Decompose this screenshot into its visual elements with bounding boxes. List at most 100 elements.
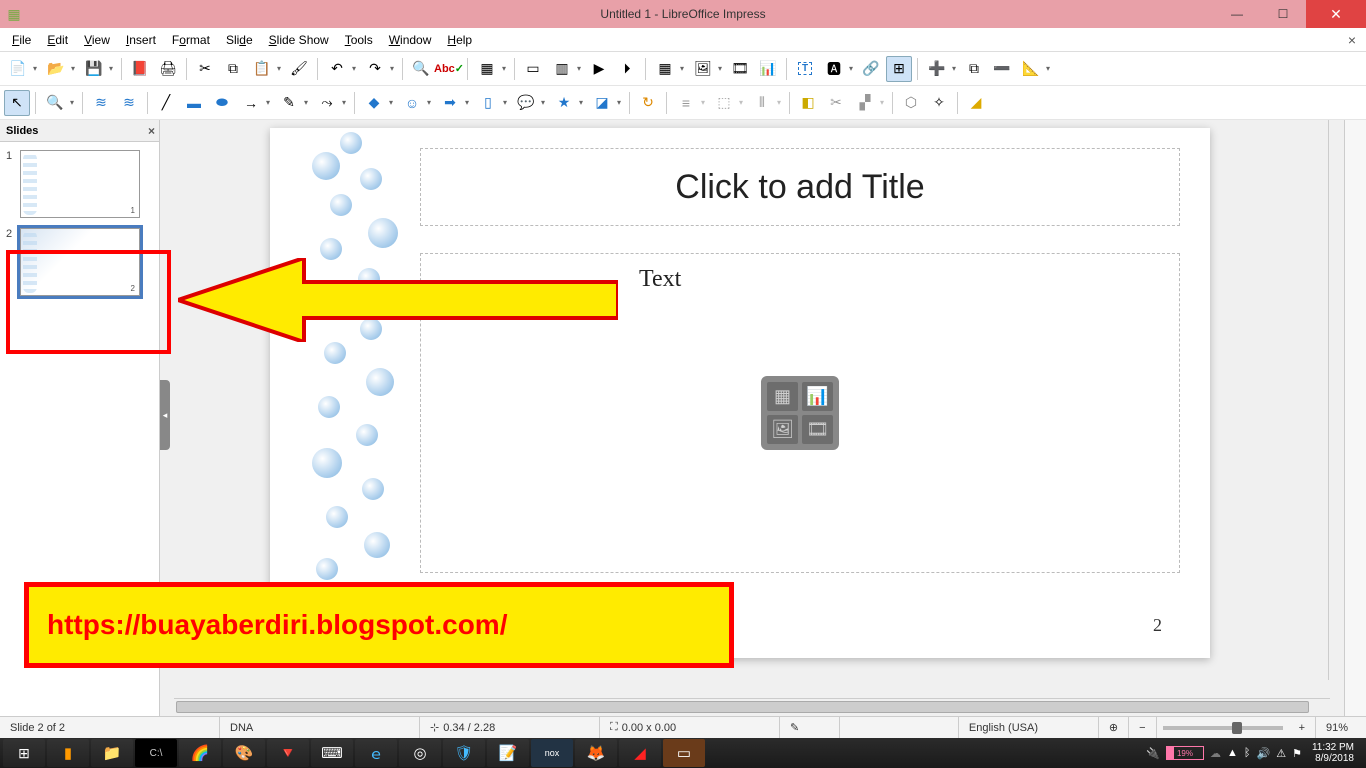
grid-button[interactable]: ▦ — [473, 56, 509, 82]
insert-movie-icon[interactable]: 🎞 — [802, 415, 833, 444]
hyperlink-button[interactable]: 🔗 — [858, 56, 884, 82]
zoom-value[interactable]: 91% — [1316, 717, 1366, 738]
ellipse-tool[interactable]: ⬬ — [209, 90, 235, 116]
taskbar-ie-icon[interactable]: ｅ — [355, 739, 397, 767]
menu-window[interactable]: Window — [381, 31, 440, 49]
zoom-out-button[interactable]: − — [1129, 717, 1156, 738]
taskbar-notepad-icon[interactable]: 📝 — [487, 739, 529, 767]
menu-view[interactable]: View — [76, 31, 118, 49]
menu-help[interactable]: Help — [439, 31, 480, 49]
flowchart-tool[interactable]: ▯ — [474, 90, 510, 116]
image-button[interactable]: 🖼 — [689, 56, 725, 82]
taskbar-garena-icon[interactable]: ◢ — [619, 739, 661, 767]
gluepoints-tool[interactable]: ✧ — [926, 90, 952, 116]
menu-file[interactable]: File — [4, 31, 39, 49]
arrow-tool[interactable]: → — [237, 90, 273, 116]
clone-format-button[interactable]: 🖌 — [286, 56, 312, 82]
select-tool[interactable]: ↖ — [4, 90, 30, 116]
taskbar-vlc-icon[interactable]: 🔻 — [267, 739, 309, 767]
find-button[interactable]: 🔍 — [408, 56, 434, 82]
tray-clock[interactable]: 11:32 PM 8/9/2018 — [1308, 742, 1358, 764]
taskbar-paint-icon[interactable]: 🎨 — [223, 739, 265, 767]
taskbar-defender-icon[interactable]: 🛡 — [443, 739, 485, 767]
insert-table-icon[interactable]: ▦ — [767, 382, 798, 411]
crop-tool[interactable]: ✂ — [823, 90, 849, 116]
status-language[interactable]: English (USA) — [959, 717, 1099, 738]
interaction-icon[interactable]: ≋ — [116, 90, 142, 116]
menu-insert[interactable]: Insert — [118, 31, 164, 49]
insert-image-icon[interactable]: 🖼 — [767, 415, 798, 444]
slide-thumb-2[interactable]: 2 2 — [6, 228, 153, 296]
basic-shapes-tool[interactable]: ◆ — [360, 90, 396, 116]
slide-panel-close-icon[interactable]: × — [148, 124, 155, 138]
delete-slide-button[interactable]: ➖ — [989, 56, 1015, 82]
table-button[interactable]: ▦ — [651, 56, 687, 82]
symbol-shapes-tool[interactable]: ☺ — [398, 90, 434, 116]
tray-up-icon[interactable]: ▲ — [1227, 747, 1238, 759]
fontwork-button[interactable]: 🅰 — [820, 56, 856, 82]
open-button[interactable]: 📂 — [42, 56, 78, 82]
slide-properties-button[interactable]: 📐 — [1017, 56, 1053, 82]
taskbar-explorer-icon[interactable]: 📁 — [91, 739, 133, 767]
vertical-scrollbar[interactable] — [1328, 120, 1344, 680]
cut-button[interactable]: ✂ — [192, 56, 218, 82]
tray-vol-icon[interactable]: 🔊 — [1256, 747, 1270, 760]
taskbar-keyboard-icon[interactable]: ⌨ — [311, 739, 353, 767]
media-button[interactable]: 🎞 — [727, 56, 753, 82]
horizontal-scrollbar[interactable] — [174, 698, 1330, 716]
tray-plug-icon[interactable]: 🔌 — [1146, 747, 1160, 760]
zoom-fit-button[interactable]: ⊕ — [1099, 717, 1129, 738]
connector-tool[interactable]: ⤳ — [313, 90, 349, 116]
zoom-slider[interactable] — [1163, 726, 1283, 730]
new-slide-button[interactable]: ➕ — [923, 56, 959, 82]
zoom-tool[interactable]: 🔍 — [41, 90, 77, 116]
start-button[interactable]: ⊞ — [3, 739, 45, 767]
tray-net-icon[interactable]: ⚠ — [1276, 747, 1286, 760]
document-close-icon[interactable]: × — [1342, 32, 1362, 48]
duplicate-slide-button[interactable]: ⧉ — [961, 56, 987, 82]
tray-battery[interactable]: 19% — [1166, 746, 1204, 760]
insert-chart-icon[interactable]: 📊 — [802, 382, 833, 411]
rotate-tool[interactable]: ↻ — [635, 90, 661, 116]
panel-collapse-left[interactable]: ◂ — [160, 380, 170, 450]
menu-edit[interactable]: Edit — [39, 31, 76, 49]
taskbar-impress-icon[interactable]: ▭ — [663, 739, 705, 767]
content-placeholder[interactable]: Text ▦ 📊 🖼 🎞 — [420, 253, 1180, 573]
menu-slideshow[interactable]: Slide Show — [261, 31, 337, 49]
rectangle-tool[interactable]: ▬ — [181, 90, 207, 116]
block-arrows-tool[interactable]: ➡ — [436, 90, 472, 116]
taskbar-chrome-icon[interactable]: 🌈 — [179, 739, 221, 767]
taskbar-firefox-icon[interactable]: 🦊 — [575, 739, 617, 767]
display-mode-button[interactable]: ▭ — [520, 56, 546, 82]
3d-tool[interactable]: ◪ — [588, 90, 624, 116]
points-tool[interactable]: ⬡ — [898, 90, 924, 116]
tray-rain-icon[interactable]: ☁ — [1210, 747, 1221, 760]
status-master[interactable]: DNA — [220, 717, 420, 738]
filter-tool[interactable]: ▞ — [851, 90, 887, 116]
sidebar-right[interactable] — [1344, 120, 1366, 716]
tray-flag-icon[interactable]: ⚑ — [1292, 747, 1302, 760]
taskbar-cmd-icon[interactable]: C:\ — [135, 739, 177, 767]
stars-tool[interactable]: ★ — [550, 90, 586, 116]
slide-thumb-1[interactable]: 1 1 — [6, 150, 153, 218]
master-slide-button[interactable]: ▥ — [548, 56, 584, 82]
distribute-tool[interactable]: ⫴ — [748, 90, 784, 116]
extrusion-tool[interactable]: ◢ — [963, 90, 989, 116]
shadow-tool[interactable]: ◧ — [795, 90, 821, 116]
callout-tool[interactable]: 💬 — [512, 90, 548, 116]
taskbar-app1-icon[interactable]: ◎ — [399, 739, 441, 767]
save-button[interactable]: 💾 — [80, 56, 116, 82]
paste-button[interactable]: 📋 — [248, 56, 284, 82]
arrange-tool[interactable]: ⬚ — [710, 90, 746, 116]
tray-bt-icon[interactable]: ᛒ — [1244, 747, 1251, 759]
menu-slide[interactable]: Slide — [218, 31, 261, 49]
spellcheck-button[interactable]: Abc✓ — [436, 56, 462, 82]
animate-icon[interactable]: ≋ — [88, 90, 114, 116]
line-tool[interactable]: ╱ — [153, 90, 179, 116]
slide-canvas[interactable]: Click to add Title Text ▦ 📊 🖼 🎞 2 — [270, 128, 1210, 658]
content-insert-grid[interactable]: ▦ 📊 🖼 🎞 — [761, 376, 839, 450]
menu-tools[interactable]: Tools — [337, 31, 381, 49]
slide-layout-button[interactable]: ⊞ — [886, 56, 912, 82]
start-current-button[interactable]: ⏵ — [614, 56, 640, 82]
zoom-in-button[interactable]: + — [1289, 717, 1316, 738]
